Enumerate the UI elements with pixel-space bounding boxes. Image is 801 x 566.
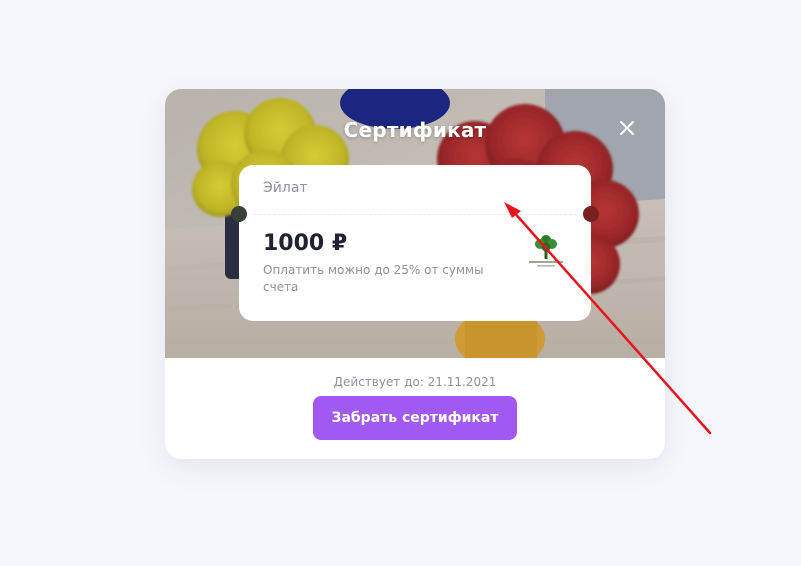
hero-image: Сертификат Эйлат 1000 ₽ Оплатить можно д… [165,89,665,358]
store-name: Эйлат [263,180,308,196]
certificate-card: Эйлат 1000 ₽ Оплатить можно до 25% от су… [231,165,599,321]
certificate-note: Оплатить можно до 25% от суммы счета [263,263,484,294]
tree-logo-icon [525,231,567,271]
modal-title: Сертификат [343,118,487,142]
certificate-amount: 1000 ₽ [263,231,348,256]
ticket-divider [253,214,577,215]
close-icon [620,121,634,135]
certificate-modal: Сертификат Эйлат 1000 ₽ Оплатить можно д… [165,89,665,459]
ticket-notch-left [231,206,247,222]
claim-certificate-button[interactable]: Забрать сертификат [313,396,517,440]
valid-until-text: Действует до: 21.11.2021 [333,375,497,389]
close-button[interactable] [615,116,639,140]
ticket-notch-right [583,206,599,222]
